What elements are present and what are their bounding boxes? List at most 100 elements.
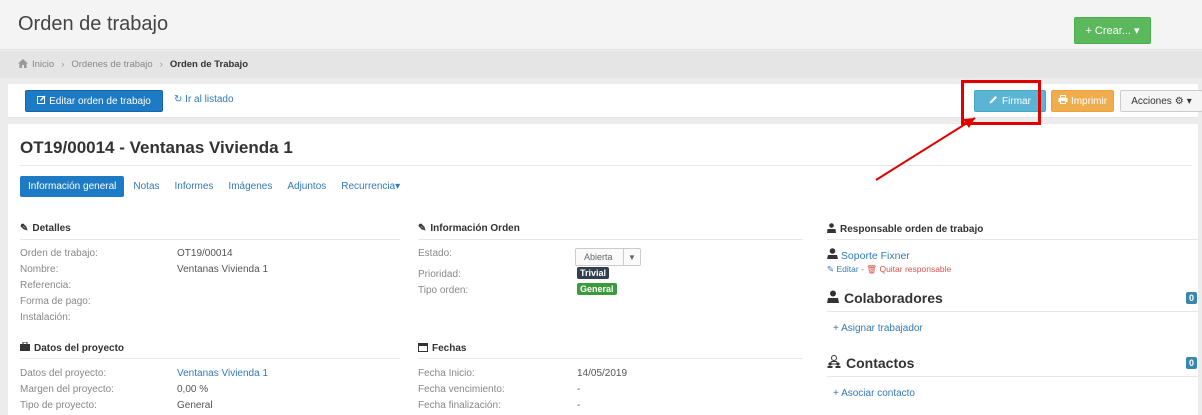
detalles-heading-label: Detalles (32, 223, 71, 234)
print-icon (1058, 95, 1068, 107)
responsible-actions: ✎ Editar - 🗑 Quitar responsable (827, 264, 951, 275)
start-date-value: 14/05/2019 (577, 368, 628, 379)
tab-informes[interactable]: Informes (169, 176, 220, 197)
end-date-value: - (577, 400, 581, 411)
divider (827, 239, 1198, 240)
proyecto-heading: Datos del proyecto (20, 341, 125, 354)
breadcrumb-separator: › (159, 59, 163, 70)
responsable-heading: Responsable orden de trabajo (827, 223, 983, 236)
divider (20, 358, 400, 359)
edit-note-icon: ✎ (20, 223, 29, 234)
edit-note-icon: ✎ (418, 223, 427, 234)
field-label: Tipo orden: (418, 285, 469, 296)
edit-order-label: Editar orden de trabajo (49, 95, 151, 107)
field-label: Fecha Inicio: (418, 368, 475, 379)
status-value: Abierta (576, 249, 624, 265)
divider (20, 165, 1192, 166)
project-type-value: General (177, 400, 213, 411)
order-name-value: Ventanas Vivienda 1 (177, 264, 269, 275)
edit-icon: ✎ (827, 264, 835, 274)
responsible-user-link[interactable]: Soporte Fixner (827, 248, 910, 262)
tab-informacion-general[interactable]: Información general (20, 176, 125, 197)
briefcase-icon (20, 341, 30, 354)
contactos-count-badge: 0 (1186, 357, 1197, 369)
field-label: Datos del proyecto: (20, 368, 107, 379)
breadcrumb-home[interactable]: Inicio (32, 59, 54, 70)
actions-dropdown[interactable]: Acciones ⚙ ▾ (1120, 90, 1202, 112)
divider (827, 311, 1198, 312)
page-header: Orden de trabajo + Crear... ▾ (0, 0, 1202, 50)
edit-order-button[interactable]: Editar orden de trabajo (25, 90, 163, 112)
edit-icon (37, 95, 46, 107)
user-tie-icon (827, 290, 839, 306)
divider (20, 239, 400, 240)
field-label: Nombre: (20, 264, 59, 275)
caret-down-icon: ▼ (628, 252, 636, 262)
annotation-highlight-box (961, 80, 1041, 125)
due-date-value: - (577, 384, 581, 395)
colaboradores-heading: Colaboradores (827, 290, 943, 306)
divider (418, 239, 803, 240)
back-to-list-link[interactable]: ↻ Ir al listado (174, 94, 234, 105)
colaboradores-count-badge: 0 (1186, 292, 1197, 304)
print-button[interactable]: Imprimir (1051, 90, 1114, 112)
calendar-icon (418, 342, 428, 355)
field-label: Prioridad: (418, 269, 461, 280)
actions-label: Acciones (1131, 95, 1172, 107)
field-label: Fecha vencimiento: (418, 384, 505, 395)
tab-imagenes[interactable]: Imágenes (222, 176, 278, 197)
tab-notas[interactable]: Notas (127, 176, 165, 197)
user-tie-icon (827, 223, 836, 236)
fechas-heading: Fechas (418, 342, 466, 355)
create-button[interactable]: + Crear... ▾ (1074, 17, 1151, 44)
breadcrumb-separator: › (61, 59, 65, 70)
field-label: Tipo de proyecto: (20, 400, 97, 411)
priority-badge: Trivial (577, 267, 610, 279)
project-link[interactable]: Ventanas Vivienda 1 (177, 368, 268, 379)
field-label: Instalación: (20, 312, 71, 323)
fechas-heading-label: Fechas (432, 343, 467, 354)
caret-down-icon: ▾ (1186, 95, 1192, 107)
home-icon (18, 58, 28, 71)
field-label: Referencia: (20, 280, 72, 291)
trash-icon: 🗑 (866, 264, 878, 274)
work-order-content: OT19/00014 - Ventanas Vivienda 1 Informa… (8, 124, 1198, 415)
project-margin-value: 0,00 % (177, 384, 209, 395)
remove-responsible-link[interactable]: Quitar responsable (879, 264, 951, 274)
associate-contact-link[interactable]: + Asociar contacto (833, 388, 915, 399)
page-title: Orden de trabajo (18, 13, 169, 35)
divider (827, 376, 1198, 377)
work-order-title: OT19/00014 - Ventanas Vivienda 1 (20, 138, 293, 157)
field-label: Estado: (418, 248, 452, 259)
tab-adjuntos[interactable]: Adjuntos (281, 176, 332, 197)
responsable-heading-label: Responsable orden de trabajo (840, 224, 984, 235)
colaboradores-heading-label: Colaboradores (844, 290, 943, 306)
tab-bar: Información general Notas Informes Imáge… (20, 175, 409, 198)
back-to-list-label: Ir al listado (185, 94, 234, 105)
gears-icon: ⚙ (1174, 95, 1184, 107)
breadcrumb-ordenes[interactable]: Ordenes de trabajo (71, 59, 152, 70)
status-select[interactable]: Abierta ▼ (575, 248, 641, 266)
responsible-user-name: Soporte Fixner (840, 250, 910, 262)
field-label: Margen del proyecto: (20, 384, 114, 395)
contactos-heading-label: Contactos (846, 355, 915, 371)
print-label: Imprimir (1070, 95, 1108, 107)
tab-recurrencia[interactable]: Recurrencia▾ (335, 176, 406, 197)
detalles-heading: ✎ Detalles (20, 223, 71, 234)
info-orden-heading-label: Información Orden (430, 223, 520, 234)
divider (418, 358, 803, 359)
undo-icon: ↻ (174, 94, 183, 105)
contactos-heading: Contactos (827, 355, 914, 371)
field-label: Orden de trabajo: (20, 248, 98, 259)
field-label: Forma de pago: (20, 296, 91, 307)
assign-worker-link[interactable]: + Asignar trabajador (833, 323, 923, 334)
field-label: Fecha finalización: (418, 400, 501, 411)
edit-responsible-link[interactable]: Editar (837, 264, 859, 274)
breadcrumb: Inicio › Ordenes de trabajo › Orden de T… (0, 51, 1202, 78)
order-type-badge: General (577, 283, 617, 295)
proyecto-heading-label: Datos del proyecto (34, 342, 125, 354)
breadcrumb-current: Orden de Trabajo (169, 59, 249, 70)
order-number-value: OT19/00014 (177, 248, 233, 259)
users-icon (827, 355, 841, 371)
user-icon (827, 248, 841, 262)
